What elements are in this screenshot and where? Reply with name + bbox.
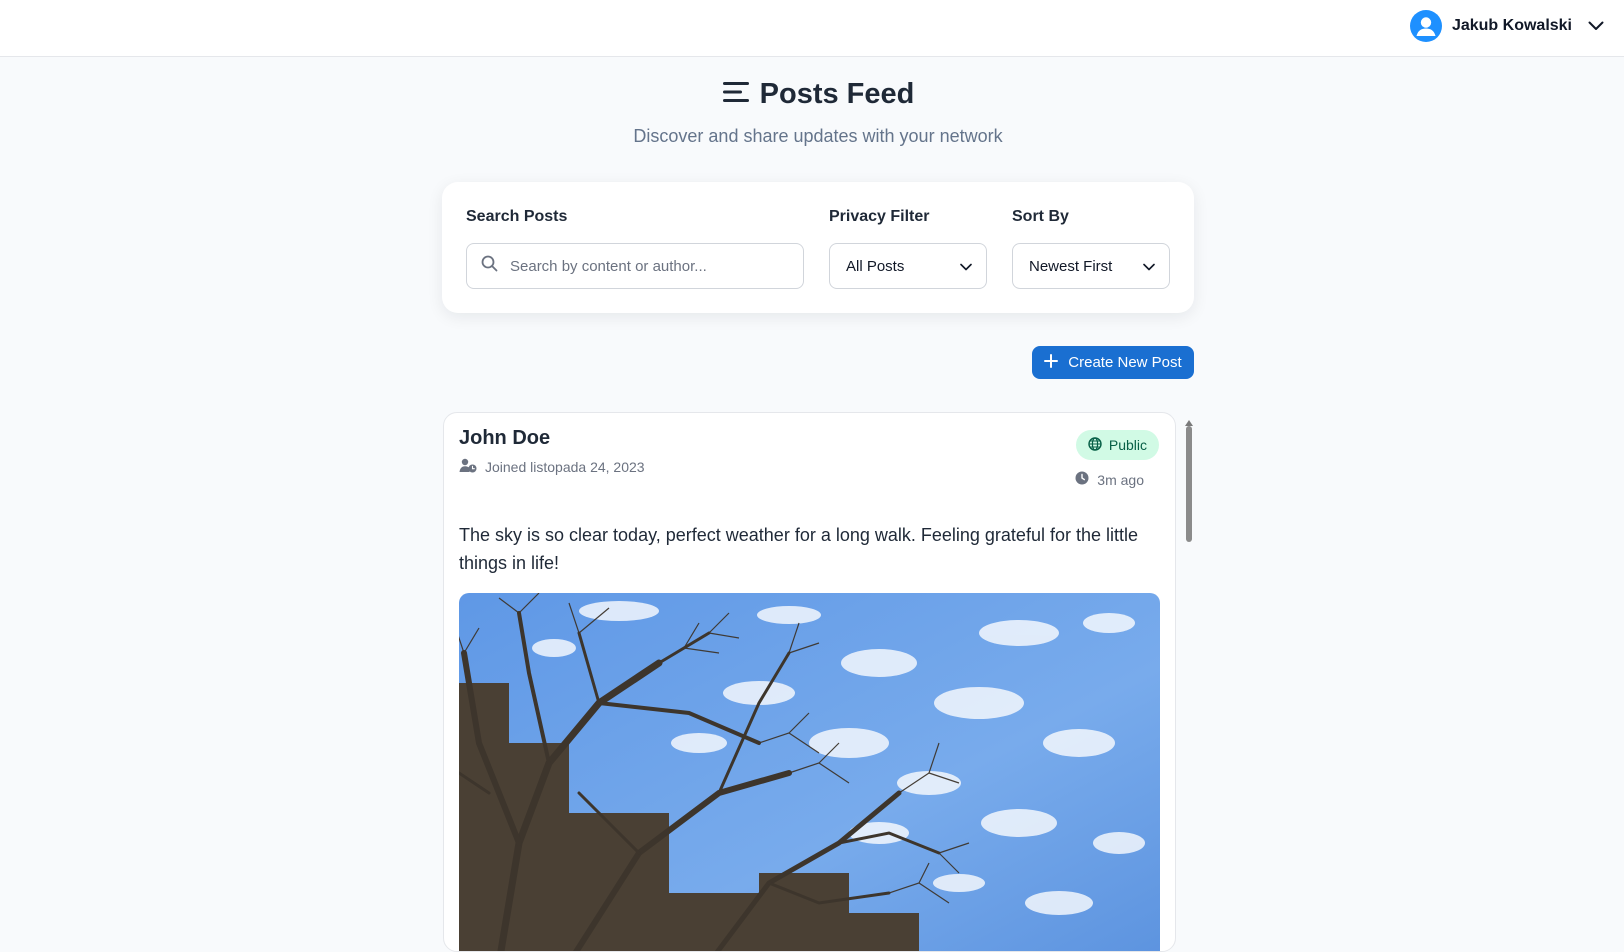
post-timestamp: 3m ago (1075, 471, 1144, 488)
user-avatar-icon[interactable] (1409, 10, 1442, 42)
privacy-badge-label: Public (1108, 437, 1147, 453)
top-navbar: Jakub Kowalski (0, 0, 1624, 57)
chevron-down-icon[interactable] (1588, 21, 1604, 31)
search-label: Search Posts (466, 208, 568, 225)
clock-icon (1075, 471, 1089, 488)
search-icon (481, 255, 498, 277)
post-card: John Doe Joined listopada 24, 2023 Publi… (443, 412, 1176, 952)
post-content: The sky is so clear today, perfect weath… (459, 525, 1138, 573)
menu-lines-icon (722, 80, 750, 109)
privacy-badge: Public (1075, 430, 1159, 460)
create-new-post-button[interactable]: Create New Post (1032, 346, 1194, 379)
filter-panel: Search Posts Privacy Filter All Posts So… (442, 182, 1194, 313)
privacy-filter-label: Privacy Filter (829, 208, 930, 225)
feed-scrollbar[interactable] (1183, 412, 1195, 938)
sort-by-value: Newest First (1029, 257, 1113, 275)
joined-date: Joined listopada 24, 2023 (485, 459, 645, 475)
plus-icon (1044, 353, 1059, 372)
page-title: Posts Feed (759, 78, 915, 110)
search-input[interactable] (508, 256, 782, 276)
post-image[interactable] (459, 593, 1160, 951)
search-field[interactable] (466, 243, 804, 289)
privacy-filter-value: All Posts (846, 257, 905, 275)
user-menu[interactable]: Jakub Kowalski (1409, 9, 1604, 43)
user-clock-icon (459, 458, 477, 476)
scrollbar-thumb[interactable] (1186, 426, 1192, 542)
chevron-down-icon (1143, 258, 1155, 275)
chevron-down-icon (960, 258, 972, 275)
sort-by-label: Sort By (1012, 208, 1069, 225)
globe-icon (1088, 436, 1102, 454)
create-new-post-label: Create New Post (1068, 354, 1182, 371)
page-header: Posts Feed (0, 78, 1624, 111)
user-name[interactable]: Jakub Kowalski (1452, 17, 1572, 35)
author-joined-info: Joined listopada 24, 2023 (459, 458, 645, 476)
privacy-filter-select[interactable]: All Posts (829, 243, 987, 289)
post-time: 3m ago (1097, 471, 1144, 488)
page-subtitle: Discover and share updates with your net… (633, 126, 1003, 146)
post-author[interactable]: John Doe (459, 427, 550, 450)
sort-by-select[interactable]: Newest First (1012, 243, 1170, 289)
